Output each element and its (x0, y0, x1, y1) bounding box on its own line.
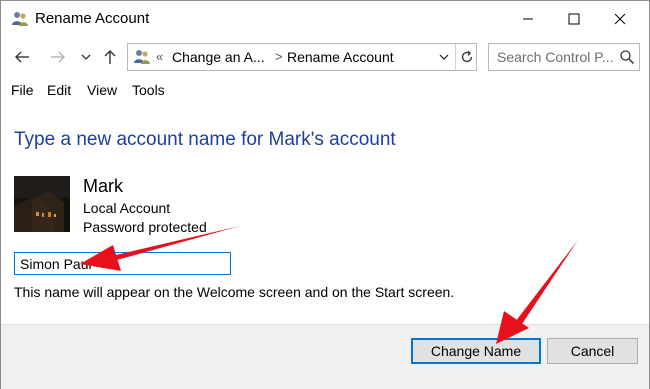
menu-view[interactable]: View (87, 82, 117, 98)
account-name: Mark (83, 176, 123, 196)
recent-locations-button[interactable] (79, 45, 93, 69)
account-password-status: Password protected (83, 219, 207, 235)
menu-file[interactable]: File (11, 82, 34, 98)
breadcrumb-change-account[interactable]: Change an A... (172, 49, 265, 65)
maximize-button[interactable] (551, 1, 597, 37)
title-bar: Rename Account (1, 1, 649, 37)
change-name-button[interactable]: Change Name (411, 338, 541, 364)
forward-button[interactable] (47, 45, 69, 69)
search-icon[interactable] (619, 49, 635, 65)
chevron-down-icon (439, 54, 449, 60)
avatar (14, 176, 70, 232)
rename-account-window: Rename Account « Change an A... > Rename… (0, 0, 650, 389)
avatar-photo (14, 176, 70, 232)
refresh-icon (461, 50, 472, 63)
menu-edit[interactable]: Edit (47, 82, 71, 98)
address-dropdown-button[interactable] (434, 44, 454, 70)
search-box[interactable] (488, 43, 640, 71)
name-hint-text: This name will appear on the Welcome scr… (14, 284, 455, 300)
maximize-icon (568, 13, 580, 25)
breadcrumb-rename-account[interactable]: Rename Account (287, 49, 394, 65)
users-icon (134, 50, 150, 64)
up-arrow-icon (104, 50, 116, 64)
search-input[interactable] (489, 44, 615, 70)
window-title: Rename Account (35, 10, 150, 27)
close-button[interactable] (597, 1, 643, 37)
menu-tools[interactable]: Tools (132, 82, 165, 98)
chevron-down-icon (81, 54, 91, 60)
up-button[interactable] (99, 45, 121, 69)
users-icon (12, 12, 28, 26)
close-icon (614, 13, 626, 25)
cancel-button[interactable]: Cancel (547, 338, 638, 364)
breadcrumb-separator[interactable]: > (275, 49, 283, 64)
address-bar[interactable]: « Change an A... > Rename Account (127, 43, 477, 71)
address-overflow-chevron[interactable]: « (156, 49, 163, 64)
back-arrow-icon (15, 51, 29, 63)
forward-arrow-icon (51, 51, 65, 63)
minimize-button[interactable] (505, 1, 551, 37)
back-button[interactable] (11, 45, 33, 69)
account-type: Local Account (83, 200, 171, 216)
navigation-bar: « Change an A... > Rename Account (1, 39, 649, 75)
minimize-icon (523, 18, 533, 20)
refresh-button[interactable] (455, 44, 477, 70)
page-title: Type a new account name for Mark's accou… (14, 129, 396, 150)
menu-bar: File Edit View Tools (1, 79, 649, 103)
new-account-name-input[interactable] (14, 252, 231, 275)
